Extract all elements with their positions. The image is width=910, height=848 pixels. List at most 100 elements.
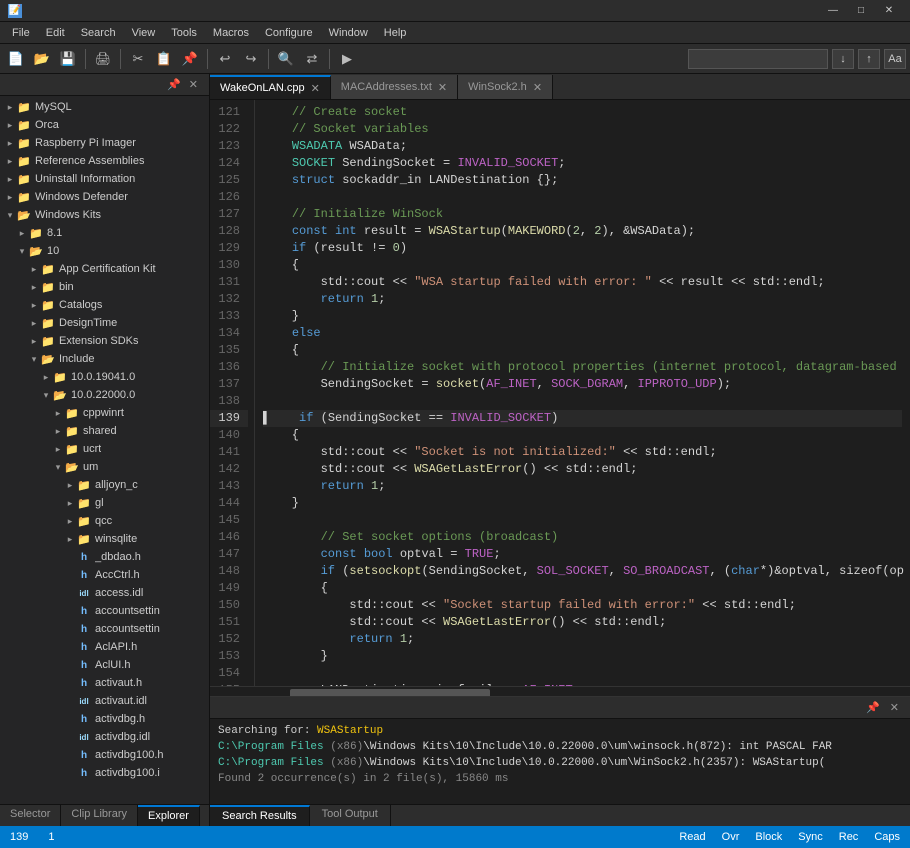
- tree-item[interactable]: haccountsettin: [0, 620, 209, 638]
- menu-macros[interactable]: Macros: [205, 25, 257, 41]
- tree-item[interactable]: ▾📂um: [0, 458, 209, 476]
- close-button[interactable]: ✕: [876, 1, 902, 21]
- line-number: 142: [210, 461, 248, 478]
- tab-macaddresses[interactable]: MACAddresses.txt ✕: [331, 75, 458, 99]
- tree-item[interactable]: ▸📁Windows Defender: [0, 188, 209, 206]
- tree-item[interactable]: ▸📁qcc: [0, 512, 209, 530]
- sidebar-pin-button[interactable]: 📌: [164, 78, 184, 91]
- tree-item[interactable]: ▸📁Reference Assemblies: [0, 152, 209, 170]
- tree-item[interactable]: ▸📁ucrt: [0, 440, 209, 458]
- find-next-button[interactable]: ↑: [858, 49, 880, 69]
- folder-icon: 📁: [28, 225, 44, 241]
- tree-item[interactable]: ▸📁Catalogs: [0, 296, 209, 314]
- tab-explorer[interactable]: Explorer: [138, 805, 200, 826]
- tree-item[interactable]: hAccCtrl.h: [0, 566, 209, 584]
- tree-item[interactable]: ▸📁bin: [0, 278, 209, 296]
- tree-item[interactable]: ▸📁DesignTime: [0, 314, 209, 332]
- tree-item[interactable]: ▸📁cppwinrt: [0, 404, 209, 422]
- print-button[interactable]: 🖨: [91, 47, 115, 71]
- find-prev-button[interactable]: ↓: [832, 49, 854, 69]
- menu-tools[interactable]: Tools: [163, 25, 205, 41]
- find-incrementally-input[interactable]: [688, 49, 828, 69]
- replace-button[interactable]: ⇄: [300, 47, 324, 71]
- undo-button[interactable]: ↩: [213, 47, 237, 71]
- tree-item[interactable]: ▸📁Orca: [0, 116, 209, 134]
- minimize-button[interactable]: —: [820, 1, 846, 21]
- tab-selector[interactable]: Selector: [0, 805, 61, 826]
- tree-item[interactable]: ▸📁gl: [0, 494, 209, 512]
- run-button[interactable]: ▶: [335, 47, 359, 71]
- bp-close-button[interactable]: ✕: [887, 701, 902, 714]
- code-content[interactable]: // Create socket // Socket variables WSA…: [255, 100, 910, 686]
- tree-item[interactable]: ▸📁MySQL: [0, 98, 209, 116]
- file-idl-icon: idl: [76, 693, 92, 709]
- cut-button[interactable]: ✂: [126, 47, 150, 71]
- menu-configure[interactable]: Configure: [257, 25, 321, 41]
- tree-item[interactable]: hactivdbg100.h: [0, 746, 209, 764]
- menu-file[interactable]: File: [4, 25, 38, 41]
- menu-window[interactable]: Window: [321, 25, 376, 41]
- line-number: 127: [210, 206, 248, 223]
- tab-close-wakeonlan[interactable]: ✕: [311, 82, 320, 95]
- tab-clip-library[interactable]: Clip Library: [61, 805, 138, 826]
- bottom-panel-controls: 📌 ✕: [863, 701, 902, 714]
- tree-item[interactable]: ▸📁shared: [0, 422, 209, 440]
- tree-item[interactable]: ▸📁10.0.19041.0: [0, 368, 209, 386]
- bp-pin-button[interactable]: 📌: [863, 701, 883, 714]
- tree-item[interactable]: haccountsettin: [0, 602, 209, 620]
- menu-search[interactable]: Search: [73, 25, 124, 41]
- tree-item[interactable]: ▸📁8.1: [0, 224, 209, 242]
- tree-arrow-icon: ▸: [64, 534, 76, 545]
- menu-help[interactable]: Help: [376, 25, 415, 41]
- tree-item[interactable]: ▸📁App Certification Kit: [0, 260, 209, 278]
- tree-item[interactable]: hactivaut.h: [0, 674, 209, 692]
- tree-item[interactable]: hactivdbg100.i: [0, 764, 209, 782]
- tree-item[interactable]: ▸📁Extension SDKs: [0, 332, 209, 350]
- tree-item[interactable]: h_dbdao.h: [0, 548, 209, 566]
- menu-edit[interactable]: Edit: [38, 25, 73, 41]
- sidebar-close-button[interactable]: ✕: [186, 78, 201, 91]
- tree-item[interactable]: idlactivaut.idl: [0, 692, 209, 710]
- tree-item[interactable]: hAclUI.h: [0, 656, 209, 674]
- tab-winsock2[interactable]: WinSock2.h ✕: [458, 75, 553, 99]
- tree-item[interactable]: ▸📁Raspberry Pi Imager: [0, 134, 209, 152]
- folder-icon: 📂: [40, 351, 56, 367]
- tree-item[interactable]: ▸📁alljoyn_c: [0, 476, 209, 494]
- horizontal-scrollbar[interactable]: [210, 686, 910, 696]
- tree-arrow-icon: ▾: [52, 462, 64, 473]
- find-case-button[interactable]: Aa: [884, 49, 906, 69]
- folder-icon: 📁: [40, 333, 56, 349]
- tree-arrow-icon: ▸: [4, 174, 16, 185]
- tree-item[interactable]: idlactivdbg.idl: [0, 728, 209, 746]
- tree-item[interactable]: hactivdbg.h: [0, 710, 209, 728]
- tree-item[interactable]: ▾📂Windows Kits: [0, 206, 209, 224]
- tab-close-macaddresses[interactable]: ✕: [438, 81, 447, 94]
- tree-item[interactable]: ▾📂Include: [0, 350, 209, 368]
- tree-item[interactable]: ▸📁winsqlite: [0, 530, 209, 548]
- sidebar-tree[interactable]: ▸📁MySQL▸📁Orca▸📁Raspberry Pi Imager▸📁Refe…: [0, 96, 209, 804]
- sidebar: 📌 ✕ ▸📁MySQL▸📁Orca▸📁Raspberry Pi Imager▸📁…: [0, 74, 210, 826]
- redo-button[interactable]: ↪: [239, 47, 263, 71]
- bp-tab-search-results[interactable]: Search Results: [210, 805, 310, 826]
- tree-item[interactable]: idlaccess.idl: [0, 584, 209, 602]
- tree-item-label: cppwinrt: [83, 407, 124, 419]
- save-button[interactable]: 💾: [56, 47, 80, 71]
- tree-item-label: 10: [47, 245, 59, 257]
- new-button[interactable]: 📄: [4, 47, 28, 71]
- open-button[interactable]: 📂: [30, 47, 54, 71]
- tab-close-winsock2[interactable]: ✕: [533, 81, 542, 94]
- maximize-button[interactable]: □: [848, 1, 874, 21]
- tree-item[interactable]: ▸📁Uninstall Information: [0, 170, 209, 188]
- tree-item[interactable]: hAclAPI.h: [0, 638, 209, 656]
- file-idl-icon: idl: [76, 585, 92, 601]
- paste-button[interactable]: 📌: [178, 47, 202, 71]
- tree-item[interactable]: ▾📂10.0.22000.0: [0, 386, 209, 404]
- line-number: 126: [210, 189, 248, 206]
- menu-view[interactable]: View: [124, 25, 164, 41]
- file-h-icon: h: [76, 639, 92, 655]
- copy-button[interactable]: 📋: [152, 47, 176, 71]
- tab-wakeonlan-cpp[interactable]: WakeOnLAN.cpp ✕: [210, 75, 331, 99]
- bp-tab-tool-output[interactable]: Tool Output: [310, 805, 391, 826]
- find-button[interactable]: 🔍: [274, 47, 298, 71]
- tree-item[interactable]: ▾📂10: [0, 242, 209, 260]
